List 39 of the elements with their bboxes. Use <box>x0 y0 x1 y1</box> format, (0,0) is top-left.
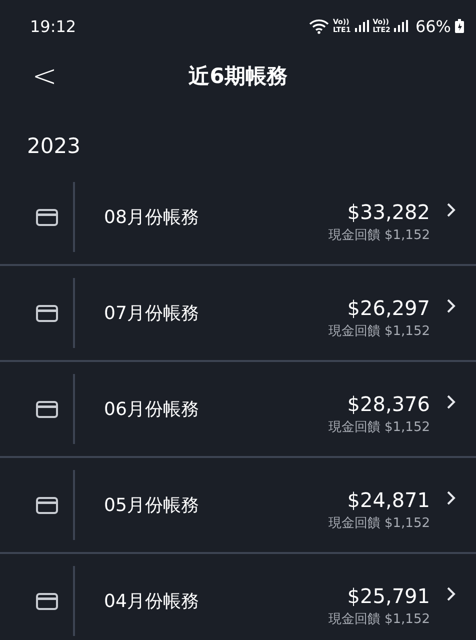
statement-label: 06月份帳務 <box>104 398 200 421</box>
statement-row[interactable]: 07月份帳務 $26,297 現金回饋 $1,152 <box>0 266 476 362</box>
chevron-right-icon <box>446 298 456 314</box>
statement-row[interactable]: 04月份帳務 $25,791 現金回饋 $1,152 <box>0 554 476 640</box>
cashback-text: 現金回饋 $1,152 <box>328 227 430 244</box>
statement-amount: $24,871 <box>347 488 430 512</box>
statement-row[interactable]: 05月份帳務 $24,871 現金回饋 $1,152 <box>0 458 476 554</box>
statement-label: 08月份帳務 <box>104 206 200 229</box>
statement-amount: $33,282 <box>347 200 430 224</box>
card-icon <box>36 496 58 514</box>
status-time: 19:12 <box>30 16 76 36</box>
page-title: 近6期帳務 <box>188 63 288 90</box>
statement-row[interactable]: 08月份帳務 $33,282 現金回饋 $1,152 <box>0 170 476 266</box>
cashback-text: 現金回饋 $1,152 <box>328 515 430 532</box>
chevron-right-icon <box>446 202 456 218</box>
statement-amount: $28,376 <box>347 392 430 416</box>
chevron-right-icon <box>446 586 456 602</box>
statement-amount: $26,297 <box>347 296 430 320</box>
signal-icon <box>354 20 369 32</box>
card-icon <box>36 304 58 322</box>
chevron-right-icon <box>446 394 456 410</box>
back-button[interactable]: < <box>26 58 64 94</box>
statement-amount: $25,791 <box>347 584 430 608</box>
year-heading: 2023 <box>26 133 82 160</box>
wifi-icon <box>308 18 329 34</box>
card-icon <box>36 592 58 610</box>
battery-level: 66% <box>415 16 451 36</box>
statement-label: 07月份帳務 <box>104 302 200 325</box>
statement-label: 04月份帳務 <box>104 590 200 613</box>
cashback-text: 現金回饋 $1,152 <box>328 419 430 436</box>
battery-icon <box>455 19 464 33</box>
statement-row[interactable]: 06月份帳務 $28,376 現金回饋 $1,152 <box>0 362 476 458</box>
chevron-right-icon <box>446 490 456 506</box>
signal-icon <box>394 20 408 32</box>
cashback-text: 現金回饋 $1,152 <box>328 611 430 628</box>
card-icon <box>36 208 58 226</box>
statement-label: 05月份帳務 <box>104 494 200 517</box>
card-icon <box>36 400 58 418</box>
cashback-text: 現金回饋 $1,152 <box>328 323 430 340</box>
